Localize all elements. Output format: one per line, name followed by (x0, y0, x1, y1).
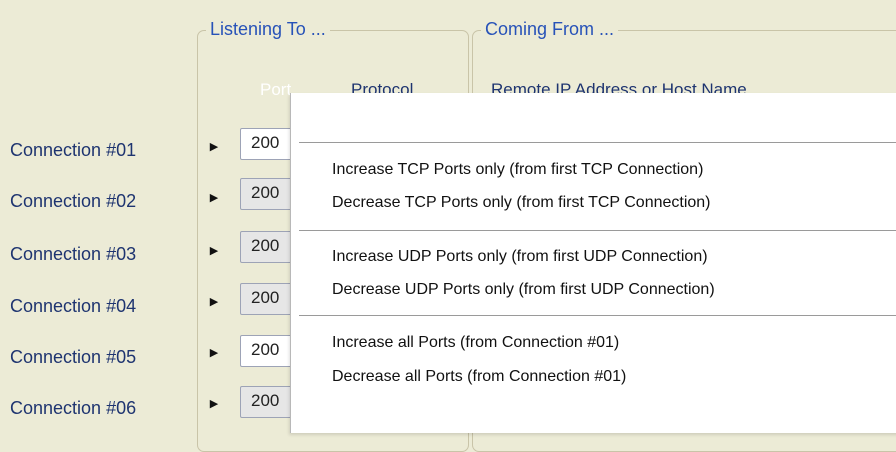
connection-label: Connection #04 (10, 296, 137, 316)
menu-item-decrease-udp-ports[interactable]: Decrease UDP Ports only (from first UDP … (332, 281, 715, 299)
expand-row-button[interactable]: ▶ (205, 136, 223, 156)
menu-item-decrease-tcp-ports[interactable]: Decrease TCP Ports only (from first TCP … (332, 194, 711, 212)
connection-label: Connection #02 (10, 191, 137, 211)
triangle-right-icon: ▶ (209, 346, 219, 359)
expand-row-button[interactable]: ▶ (205, 187, 223, 207)
port-context-menu: Increase TCP Ports only (from first TCP … (291, 93, 896, 433)
menu-item-decrease-all-ports[interactable]: Decrease all Ports (from Connection #01) (332, 368, 626, 386)
menu-separator (299, 315, 896, 316)
triangle-right-icon: ▶ (209, 140, 219, 153)
listening-group-title: Listening To ... (206, 19, 330, 40)
menu-separator (299, 230, 896, 231)
expand-row-button[interactable]: ▶ (205, 393, 223, 413)
menu-item-increase-all-ports[interactable]: Increase all Ports (from Connection #01) (332, 334, 619, 352)
triangle-right-icon: ▶ (209, 397, 219, 410)
expand-row-button[interactable]: ▶ (205, 291, 223, 311)
triangle-right-icon: ▶ (209, 244, 219, 257)
expand-row-button[interactable]: ▶ (205, 342, 223, 362)
coming-from-group-title: Coming From ... (481, 19, 619, 40)
expand-row-button[interactable]: ▶ (205, 240, 223, 260)
triangle-right-icon: ▶ (209, 295, 219, 308)
triangle-right-icon: ▶ (209, 191, 219, 204)
connection-label: Connection #06 (10, 398, 137, 418)
connection-label: Connection #05 (10, 347, 137, 367)
menu-separator (299, 142, 896, 143)
menu-item-increase-udp-ports[interactable]: Increase UDP Ports only (from first UDP … (332, 248, 708, 266)
port-column-header: Port (260, 80, 292, 99)
menu-item-increase-tcp-ports[interactable]: Increase TCP Ports only (from first TCP … (332, 161, 703, 179)
connection-label: Connection #01 (10, 140, 137, 160)
connection-label: Connection #03 (10, 244, 137, 264)
